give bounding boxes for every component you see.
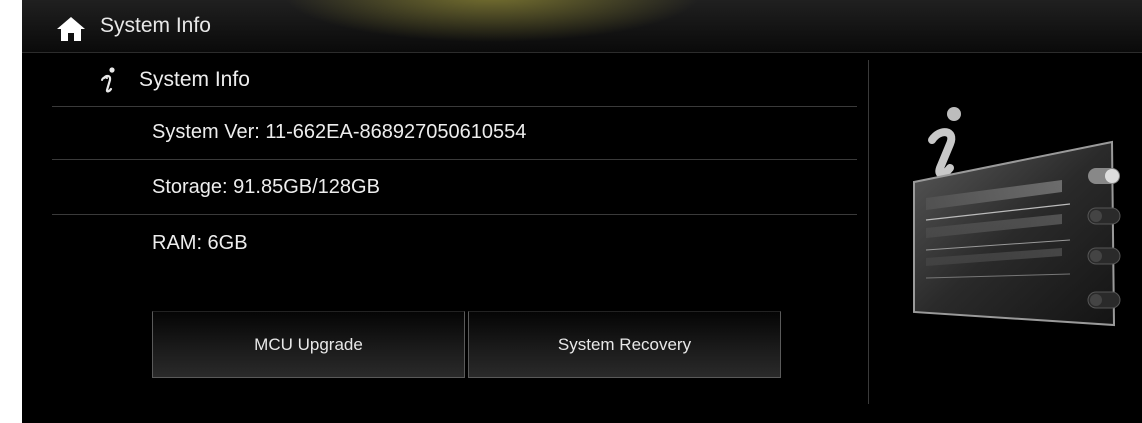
- system-recovery-button[interactable]: System Recovery: [468, 311, 781, 378]
- title-bar: System Info: [22, 0, 1142, 53]
- storage-info: Storage: 91.85GB/128GB: [152, 176, 380, 198]
- system-version: System Ver: 11-662EA-868927050610554: [152, 121, 527, 143]
- divider: [52, 159, 857, 160]
- divider: [52, 106, 857, 107]
- info-icon: [101, 67, 115, 93]
- divider: [52, 214, 857, 215]
- screen: System Info System Info System Ver: 11-6…: [22, 0, 1142, 423]
- ram-info: RAM: 6GB: [152, 232, 248, 254]
- vertical-divider: [868, 60, 869, 404]
- settings-panel-illustration: [913, 107, 1121, 327]
- mcu-upgrade-button[interactable]: MCU Upgrade: [152, 311, 465, 378]
- section-title: System Info: [139, 68, 250, 91]
- home-icon[interactable]: [56, 16, 86, 42]
- page-title: System Info: [100, 14, 211, 37]
